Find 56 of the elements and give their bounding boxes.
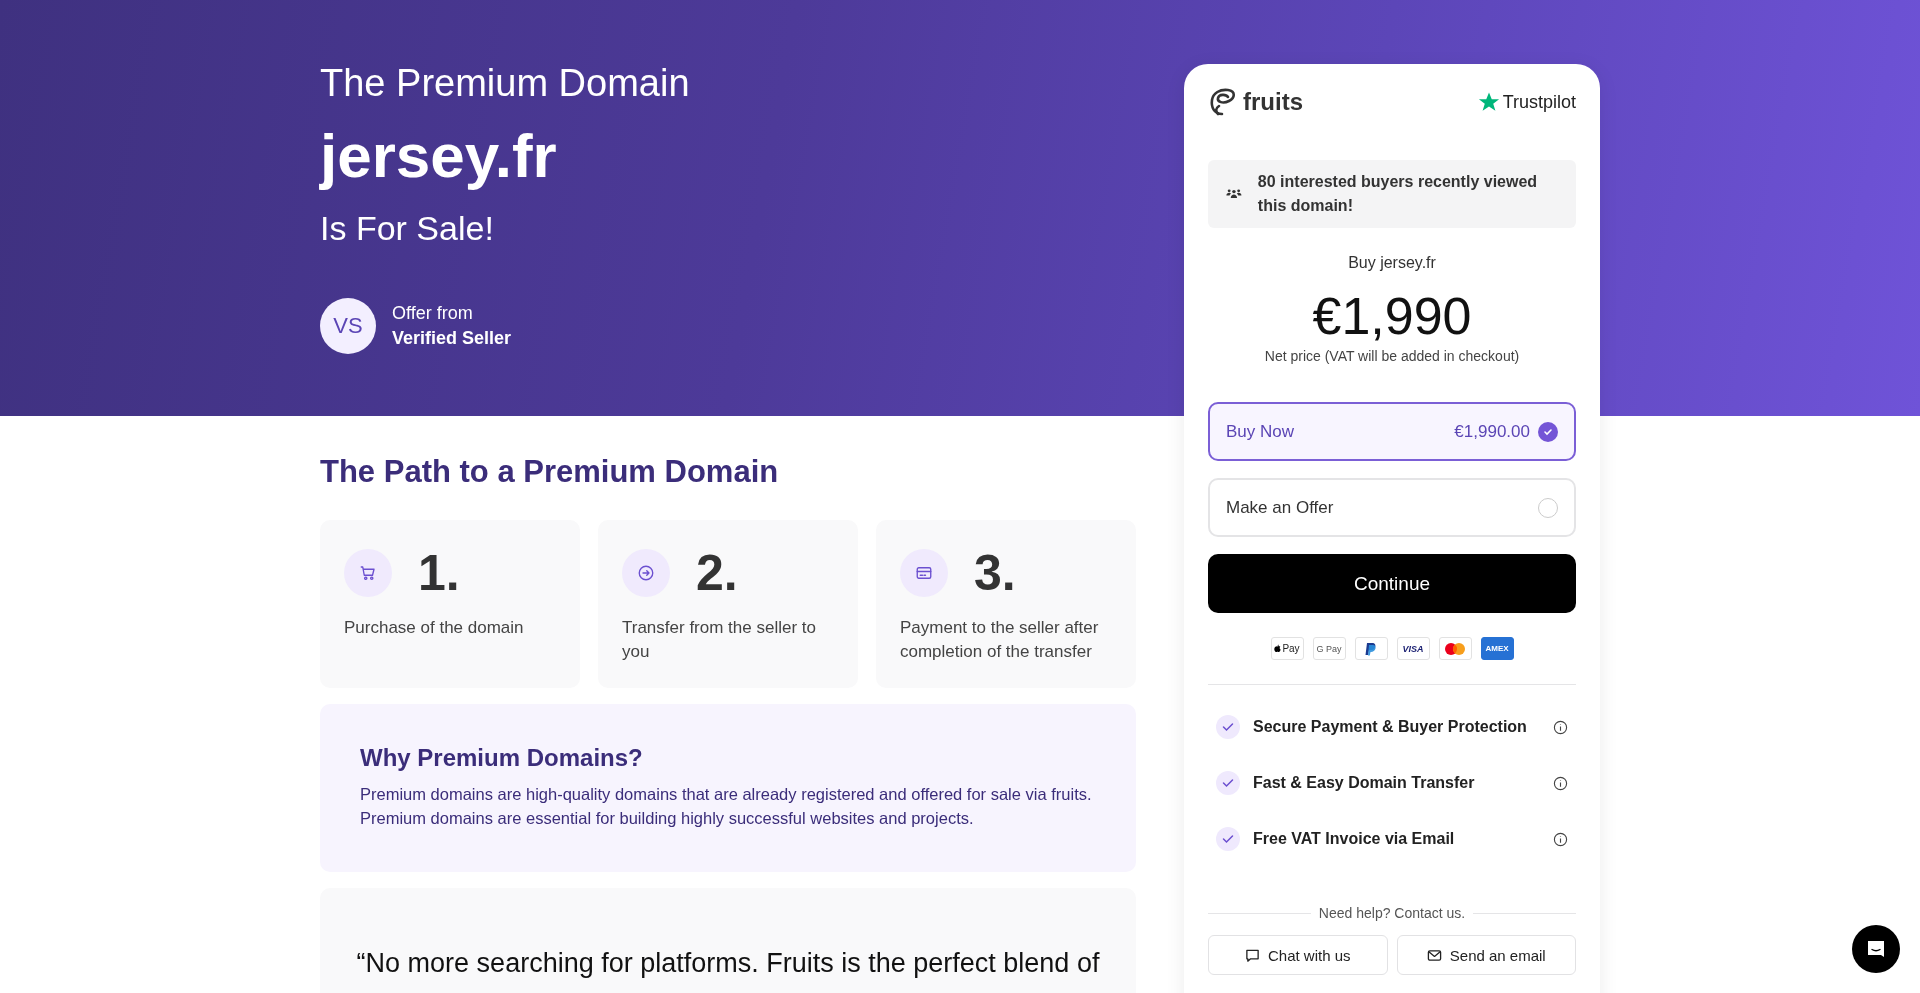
step-number: 1. [418,548,460,598]
seller-name: Verified Seller [392,328,512,349]
info-icon[interactable] [1553,719,1568,735]
option-price: €1,990.00 [1454,421,1530,442]
brand-logo: fruits [1243,88,1303,116]
step-number: 2. [696,548,738,598]
cart-icon [359,564,377,582]
apple-pay-logo: Pay [1270,637,1304,660]
feature-text: Free VAT Invoice via Email [1253,830,1456,848]
quote-text: “No more searching for platforms. Fruits is the perfect blend of [356,948,1100,978]
help-text: Need help? Contact us. [1318,905,1466,921]
check-icon [1216,827,1240,851]
chat-launcher-button[interactable] [1852,925,1900,973]
google-pay-logo: G Pay [1312,637,1346,660]
step-text: Purchase of the domain [344,617,525,639]
price-note: Net price (VAT will be added in checkout) [1264,348,1520,364]
mastercard-logo [1438,637,1472,660]
offer-caption: Offer from [392,303,474,324]
logo-icon [1208,87,1238,117]
credit-card-icon [915,564,933,582]
continue-button[interactable]: Continue [1208,554,1576,613]
amex-logo: AMEX [1480,637,1514,660]
check-icon [1543,426,1553,437]
radio-button[interactable] [1538,421,1558,442]
step-text: Payment to the seller after completion of the transfer [900,617,1100,663]
info-text: Premium domains are high-quality domains that are already registered and offered for sale via fruits. Premium domains are essential for building highly successful websites and projects. [360,784,1093,829]
feature-text: Secure Payment & Buyer Protection [1253,718,1528,736]
step-number: 3. [974,548,1016,598]
option-label: Buy Now [1226,421,1296,442]
check-icon [1216,771,1240,795]
domain-name: jersey.fr [320,120,557,192]
check-icon [1216,715,1240,739]
info-heading: Why Premium Domains? [360,744,644,772]
purchase-option[interactable]: Make an Offer [1208,478,1576,537]
info-icon[interactable] [1553,775,1568,791]
rating-site-logo: Trustpilot [1502,91,1576,113]
feature-text: Fast & Easy Domain Transfer [1253,774,1476,792]
buy-label: Buy jersey.fr [1348,254,1436,271]
price: €1,990 [1312,287,1472,345]
contact-button[interactable]: Send an email [1396,935,1576,975]
step-text: Transfer from the seller to you [622,617,817,663]
hero-title: The Premium Domain [320,61,691,106]
chat-icon [1244,947,1260,963]
hero-subtitle: Is For Sale! [320,208,494,249]
purchase-option[interactable]: Buy Now €1,990.00 [1208,402,1576,461]
notice-text: 80 interested buyers recently viewed this domain! [1257,172,1539,216]
section-heading: The Path to a Premium Domain [320,454,780,490]
contact-button[interactable]: Chat with us [1208,935,1388,975]
star-icon [1477,91,1500,113]
chat-bubble-icon [1866,939,1886,959]
option-label: Make an Offer [1226,497,1335,518]
arrow-circle-icon [637,564,655,582]
info-icon[interactable] [1553,831,1568,847]
paypal-logo [1354,637,1388,660]
visa-logo: VISA [1396,637,1430,660]
envelope-icon [1426,947,1442,963]
